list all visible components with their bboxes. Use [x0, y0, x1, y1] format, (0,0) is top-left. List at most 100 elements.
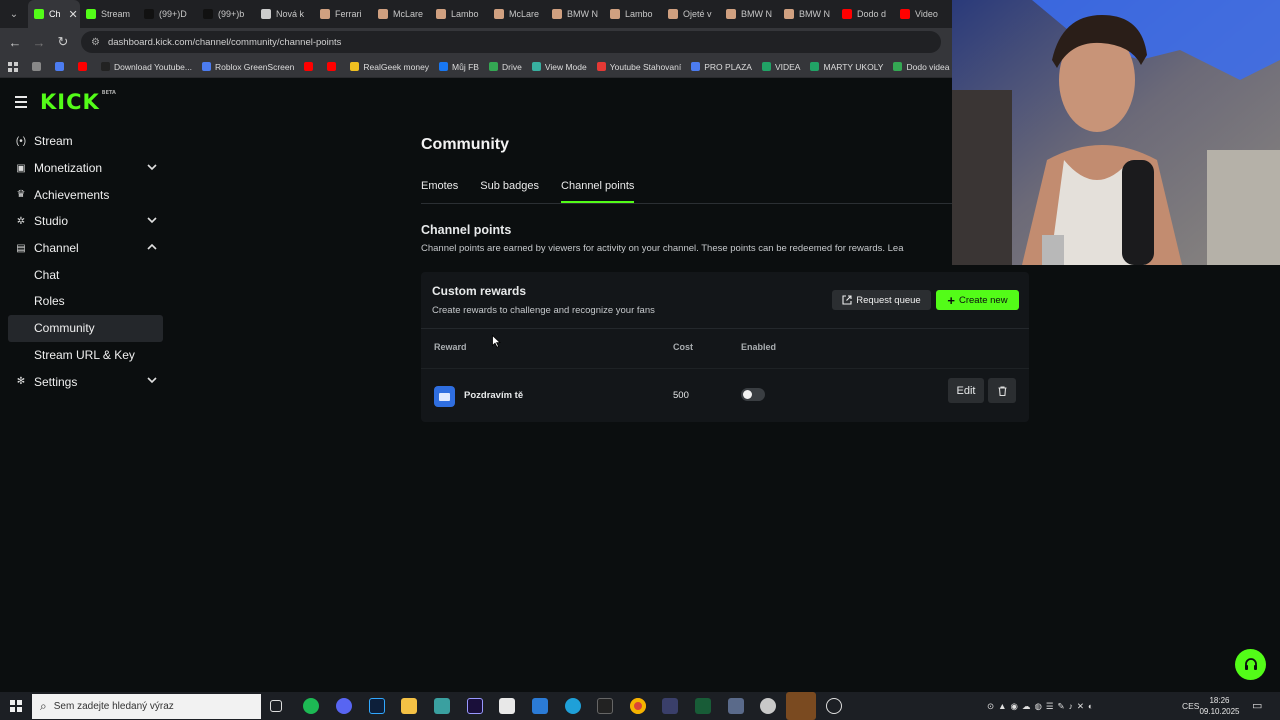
start-button[interactable]	[10, 700, 22, 712]
obs-icon[interactable]	[826, 698, 842, 714]
gear-app-icon[interactable]	[760, 698, 776, 714]
custom-rewards-card: Custom rewards Create rewards to challen…	[421, 272, 1029, 422]
sidebar-item-community[interactable]: Community	[8, 314, 163, 342]
browser-tab[interactable]: McLare	[488, 0, 546, 28]
chrome-icon[interactable]	[630, 698, 646, 714]
sidebar-item-monetization[interactable]: ▣ Monetization	[8, 155, 163, 182]
bookmark-item[interactable]	[32, 62, 45, 71]
browser-tab[interactable]: Stream	[80, 0, 138, 28]
bookmark-item[interactable]: Dodo videa	[893, 62, 950, 72]
bookmark-item[interactable]: Drive	[488, 62, 522, 72]
bookmark-item[interactable]	[304, 62, 317, 71]
spotify-icon[interactable]	[303, 698, 319, 714]
sidebar-item-settings[interactable]: ✻ Settings	[8, 368, 163, 395]
sidebar-item-stream-url-key[interactable]: Stream URL & Key	[8, 342, 163, 369]
bookmark-item[interactable]: Můj FB	[439, 62, 479, 72]
menu-icon[interactable]	[15, 96, 27, 111]
back-icon[interactable]: ←	[3, 35, 27, 50]
support-chat-button[interactable]	[1235, 649, 1266, 680]
sidebar-item-chat[interactable]: Chat	[8, 261, 163, 288]
tab-label: McLare	[509, 9, 540, 19]
clock[interactable]: 18:26 09.10.2025	[1197, 695, 1242, 717]
browser-tab[interactable]: Nová k	[255, 0, 314, 28]
store-icon[interactable]	[499, 698, 515, 714]
browser-tab[interactable]: Video	[894, 0, 952, 28]
bookmark-icon	[32, 62, 41, 71]
maps-icon[interactable]	[434, 698, 450, 714]
tab-favicon-icon	[261, 9, 271, 19]
bookmark-item[interactable]: View Mode	[531, 62, 587, 72]
reload-icon[interactable]: ↻	[51, 34, 75, 50]
premiere-icon[interactable]	[467, 698, 483, 714]
tab-emotes[interactable]: Emotes	[421, 180, 458, 203]
kick-logo[interactable]: KICK BETA	[40, 90, 116, 114]
browser-tab[interactable]: BMW N	[778, 0, 836, 28]
bookmark-icon	[761, 62, 771, 71]
edit-button[interactable]: Edit	[948, 378, 984, 403]
tab-favicon-icon	[726, 9, 736, 19]
chevron-up-icon	[147, 243, 157, 250]
browser-tab[interactable]: Ferrari	[314, 0, 372, 28]
bookmark-icon	[78, 62, 87, 71]
bookmark-item[interactable]: Download Youtube...	[101, 62, 192, 72]
sidebar-item-channel[interactable]: ▤ Channel	[8, 235, 163, 262]
sidebar-item-roles[interactable]: Roles	[8, 288, 163, 315]
browser-tab[interactable]: Dodo d	[836, 0, 894, 28]
close-tab-icon[interactable]: ✕	[69, 8, 78, 21]
browser-tab[interactable]: Lambo	[604, 0, 662, 28]
browser-tab[interactable]: (99+)b	[197, 0, 255, 28]
sidebar-item-stream[interactable]: (•) Stream	[8, 128, 163, 155]
epic-games-icon[interactable]	[597, 698, 613, 714]
bookmark-item[interactable]: RealGeek money	[350, 62, 429, 72]
rockstar-icon[interactable]	[662, 698, 678, 714]
bookmark-label: MARTY UKOLY	[823, 61, 884, 72]
bookmark-item[interactable]	[55, 62, 68, 71]
bookmark-item[interactable]: Youtube Stahovaní	[596, 62, 681, 72]
request-queue-button[interactable]: Request queue	[832, 290, 931, 310]
bookmark-item[interactable]: VIDEA	[761, 62, 800, 72]
browser-tab[interactable]: (99+)D	[138, 0, 197, 28]
capcut-icon[interactable]	[786, 692, 816, 720]
delete-button[interactable]	[988, 378, 1016, 403]
bookmark-item[interactable]	[78, 62, 91, 71]
tray-icons[interactable]: ⊙▲◉☁◍☰✎♪✕◐	[987, 701, 1097, 712]
address-bar[interactable]: ⚙ dashboard.kick.com/channel/community/c…	[81, 31, 941, 53]
forward-icon[interactable]: →	[27, 35, 51, 50]
bookmark-item[interactable]: MARTY UKOLY	[810, 62, 883, 72]
discord-icon[interactable]	[336, 698, 352, 714]
site-info-icon[interactable]: ⚙	[91, 37, 100, 48]
notifications-icon[interactable]: ▭	[1252, 699, 1262, 712]
file-explorer-icon[interactable]	[401, 698, 417, 714]
sidebar-item-achievements[interactable]: ♛ Achievements	[8, 181, 163, 208]
apps-icon[interactable]	[8, 61, 18, 72]
taskbar-search[interactable]: ⌕ Sem zadejte hledaný výraz	[32, 694, 261, 719]
bookmark-item[interactable]: Roblox GreenScreen	[201, 62, 294, 72]
excel-icon[interactable]	[695, 698, 711, 714]
col-header-enabled: Enabled	[741, 342, 777, 352]
task-view-icon[interactable]	[270, 700, 282, 712]
sidebar-item-label: Roles	[34, 294, 65, 309]
browser-tab[interactable]: Ch ✕	[28, 0, 80, 28]
create-new-button[interactable]: + Create new	[936, 290, 1019, 310]
bookmark-item[interactable]: PRO PLAZA	[691, 62, 752, 72]
photoshop-icon[interactable]	[369, 698, 385, 714]
browser-tab[interactable]: BMW N	[546, 0, 604, 28]
tab-favicon-icon	[34, 9, 44, 19]
bookmark-icon	[101, 62, 110, 71]
sidebar-item-label: Studio	[34, 214, 69, 229]
calculator-icon[interactable]	[728, 698, 744, 714]
webcam-overlay	[952, 0, 1280, 265]
browser-tab[interactable]: BMW N	[720, 0, 778, 28]
sidebar-item-studio[interactable]: ✲ Studio	[8, 208, 163, 235]
tab-search-icon[interactable]: ⌄	[0, 0, 28, 28]
browser-tab[interactable]: McLare	[372, 0, 430, 28]
tab-sub-badges[interactable]: Sub badges	[480, 180, 539, 203]
browser-tab[interactable]: Lambo	[430, 0, 488, 28]
reward-enabled-toggle[interactable]	[741, 388, 765, 401]
app-icon[interactable]	[532, 698, 548, 714]
edge-icon[interactable]	[565, 698, 581, 714]
bookmark-item[interactable]	[327, 62, 340, 71]
browser-tab[interactable]: Ojeté v	[662, 0, 720, 28]
tab-channel-points[interactable]: Channel points	[561, 180, 635, 203]
col-header-cost: Cost	[673, 342, 693, 352]
